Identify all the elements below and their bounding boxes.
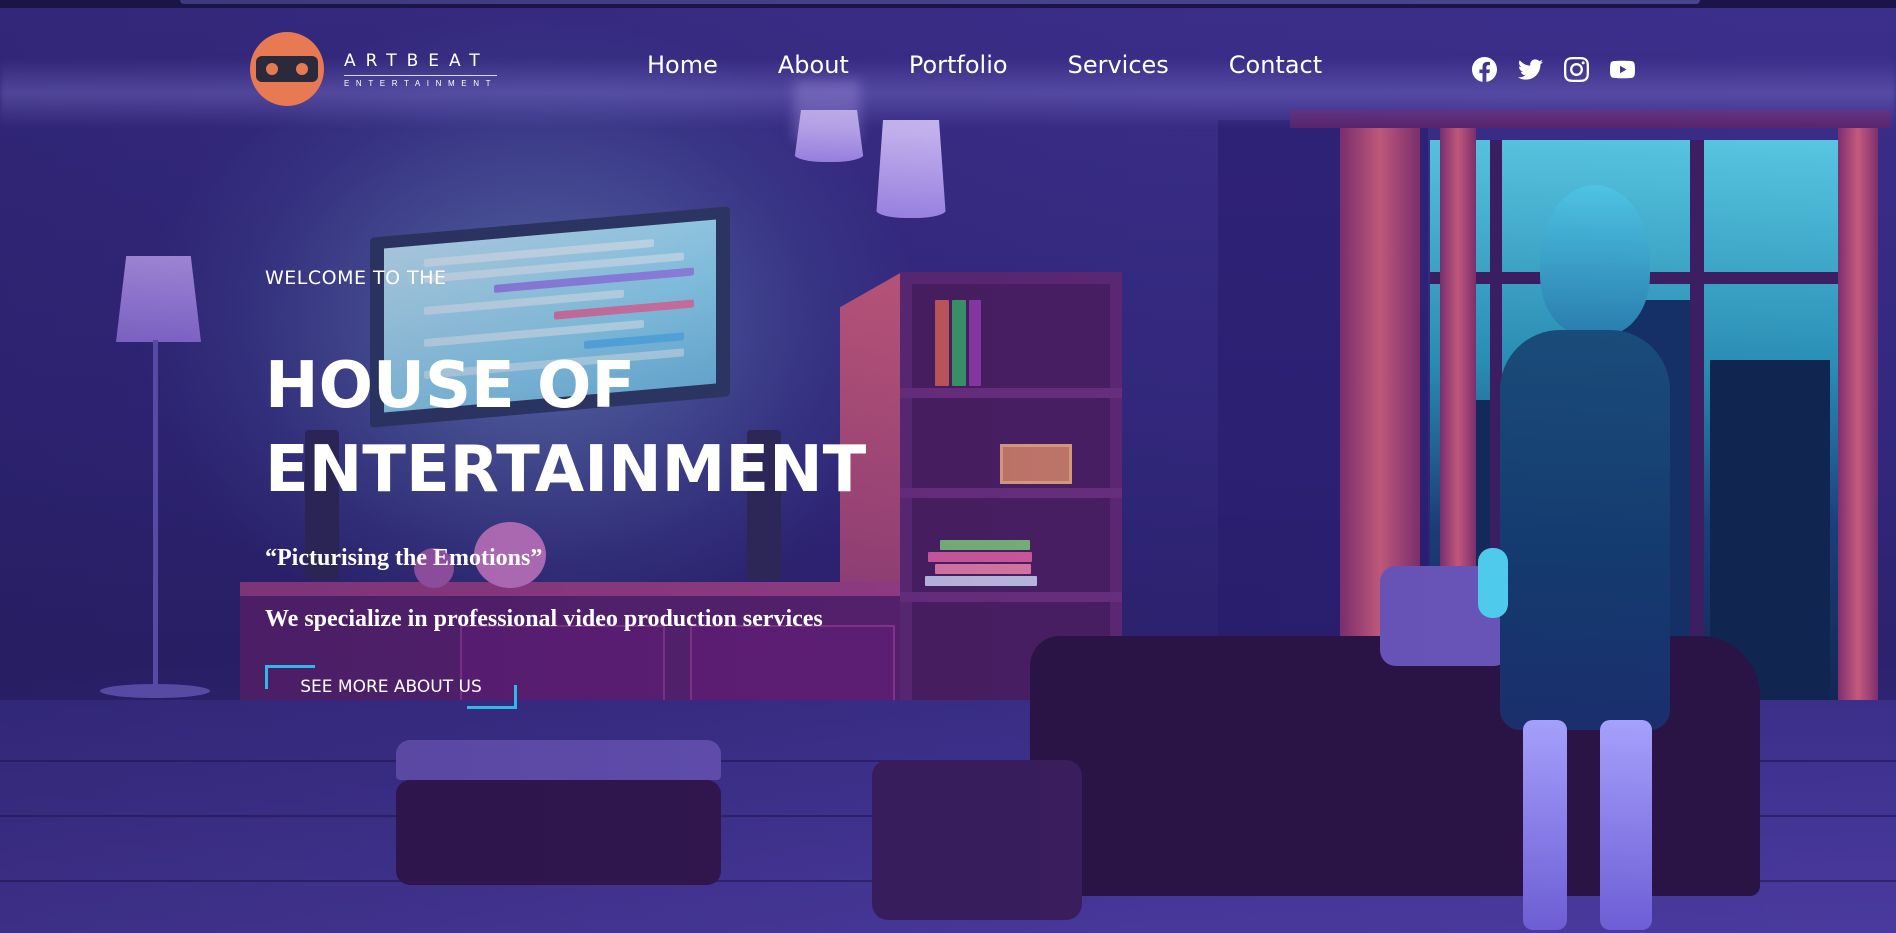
nav-link-contact[interactable]: Contact	[1229, 51, 1322, 79]
see-more-about-us-button[interactable]: SEE MORE ABOUT US	[265, 665, 517, 709]
nav-link-home[interactable]: Home	[647, 51, 718, 79]
brand-logo[interactable]: ARTBEAT ENTERTAINMENT	[250, 32, 498, 106]
nav-link-portfolio[interactable]: Portfolio	[909, 51, 1008, 79]
youtube-icon[interactable]	[1610, 57, 1635, 82]
hero-tagline: “Picturising the Emotions”	[265, 545, 543, 571]
cta-label: SEE MORE ABOUT US	[300, 677, 482, 697]
button-corner-accent	[467, 685, 517, 709]
brand-subtitle: ENTERTAINMENT	[344, 74, 498, 88]
hero-title-line-2: ENTERTAINMENT	[265, 433, 867, 507]
facebook-icon[interactable]	[1472, 57, 1497, 82]
main-nav: Home About Portfolio Services Contact	[647, 51, 1322, 79]
site-header: ARTBEAT ENTERTAINMENT Home About Portfol…	[0, 8, 1896, 128]
twitter-icon[interactable]	[1518, 57, 1543, 82]
social-links	[1472, 57, 1635, 82]
button-corner-accent	[265, 665, 315, 689]
hero-title-line-1: HOUSE OF	[265, 349, 636, 423]
hero-subtitle: We specialize in professional video prod…	[265, 606, 823, 632]
instagram-icon[interactable]	[1564, 57, 1589, 82]
hero-eyebrow: WELCOME TO THE	[265, 267, 447, 289]
nav-link-about[interactable]: About	[778, 51, 849, 79]
hero-title: HOUSE OF ENTERTAINMENT	[265, 344, 866, 512]
brand-name: ARTBEAT	[344, 50, 490, 71]
video-tape-logo-icon	[250, 32, 324, 106]
nav-link-services[interactable]: Services	[1068, 51, 1169, 79]
